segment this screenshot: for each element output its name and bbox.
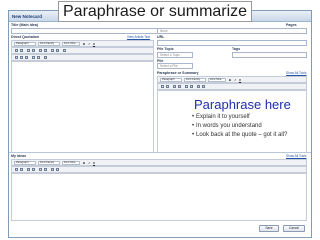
font-size-select[interactable]: Font Size: [62, 42, 80, 46]
save-button[interactable]: Save: [259, 225, 279, 232]
format-select[interactable]: Paragraph: [160, 78, 182, 82]
bullet-list-icon[interactable]: [27, 168, 30, 171]
underline-button[interactable]: U: [92, 161, 96, 165]
align-left-icon[interactable]: [15, 56, 18, 59]
font-size-select[interactable]: Font Size: [208, 78, 226, 82]
outdent-icon[interactable]: [37, 56, 40, 59]
quotation-editor[interactable]: [11, 61, 154, 153]
my-ideas-toolbar-row2: [11, 166, 307, 173]
bullet-list-icon[interactable]: [173, 85, 176, 88]
guidance-item: • Explain it to yourself: [192, 114, 250, 120]
number-list-icon[interactable]: [32, 168, 35, 171]
my-ideas-editor[interactable]: [11, 173, 307, 221]
image-icon[interactable]: [44, 168, 47, 171]
section-divider: [9, 152, 311, 153]
paraphrase-guidance-title: Paraphrase here: [194, 97, 291, 112]
text-color-icon[interactable]: [197, 85, 200, 88]
spellcheck-icon[interactable]: [44, 56, 47, 59]
font-family-select[interactable]: Font Family: [184, 78, 206, 82]
underline-button[interactable]: U: [238, 78, 242, 82]
text-color-icon[interactable]: [51, 49, 54, 52]
url-input[interactable]: [157, 40, 307, 46]
undo-icon[interactable]: [15, 49, 18, 52]
guidance-item: • Look back at the quote – got it all?: [192, 132, 288, 138]
link-icon[interactable]: [39, 168, 42, 171]
indent-icon[interactable]: [32, 56, 35, 59]
heading-callout: Paraphrase or summarize: [58, 1, 253, 22]
image-icon[interactable]: [44, 49, 47, 52]
align-right-icon[interactable]: [25, 56, 28, 59]
highlight-icon[interactable]: [56, 168, 59, 171]
pile-topic-select[interactable]: Select a Topic: [157, 52, 193, 58]
italic-button[interactable]: I: [87, 161, 91, 165]
text-color-icon[interactable]: [51, 168, 54, 171]
quotation-toolbar-row2: [11, 47, 154, 54]
redo-icon[interactable]: [166, 85, 169, 88]
my-ideas-toolbar: Paragraph Font Family Font Size B I U: [11, 159, 307, 166]
undo-icon[interactable]: [15, 168, 18, 171]
number-list-icon[interactable]: [32, 49, 35, 52]
pile-select[interactable]: Select a Pile: [157, 63, 193, 69]
bold-button[interactable]: B: [82, 161, 86, 165]
paraphrase-guidance-list: • Explain it to yourself • In words you un…: [192, 113, 287, 140]
format-select[interactable]: Paragraph: [14, 161, 36, 165]
font-size-select[interactable]: Font Size: [62, 161, 80, 165]
font-family-select[interactable]: Font Family: [38, 42, 60, 46]
italic-button[interactable]: I: [87, 42, 91, 46]
bullet-list-icon[interactable]: [27, 49, 30, 52]
title-input[interactable]: [11, 28, 181, 34]
paraphrase-toolbar-row2: [157, 83, 307, 90]
number-list-icon[interactable]: [178, 85, 181, 88]
cancel-button[interactable]: Cancel: [283, 225, 305, 232]
undo-icon[interactable]: [161, 85, 164, 88]
paraphrase-toolbar: Paragraph Font Family Font Size B I U: [157, 76, 307, 83]
redo-icon[interactable]: [20, 168, 23, 171]
table-icon[interactable]: [63, 49, 66, 52]
image-icon[interactable]: [190, 85, 193, 88]
redo-icon[interactable]: [20, 49, 23, 52]
highlight-icon[interactable]: [56, 49, 59, 52]
tags-input[interactable]: [232, 52, 307, 58]
guidance-item: • In words you understand: [192, 123, 262, 129]
pages-select[interactable]: None: [157, 28, 307, 34]
quotation-toolbar-row3: [11, 54, 154, 61]
quotation-toolbar: Paragraph Font Family Font Size B I U: [11, 40, 154, 47]
highlight-icon[interactable]: [202, 85, 205, 88]
underline-button[interactable]: U: [92, 42, 96, 46]
format-select[interactable]: Paragraph: [14, 42, 36, 46]
align-center-icon[interactable]: [20, 56, 23, 59]
font-family-select[interactable]: Font Family: [38, 161, 60, 165]
italic-button[interactable]: I: [233, 78, 237, 82]
link-icon[interactable]: [185, 85, 188, 88]
window-title: New Notecard: [12, 14, 43, 19]
bold-button[interactable]: B: [82, 42, 86, 46]
link-icon[interactable]: [39, 49, 42, 52]
bold-button[interactable]: B: [228, 78, 232, 82]
